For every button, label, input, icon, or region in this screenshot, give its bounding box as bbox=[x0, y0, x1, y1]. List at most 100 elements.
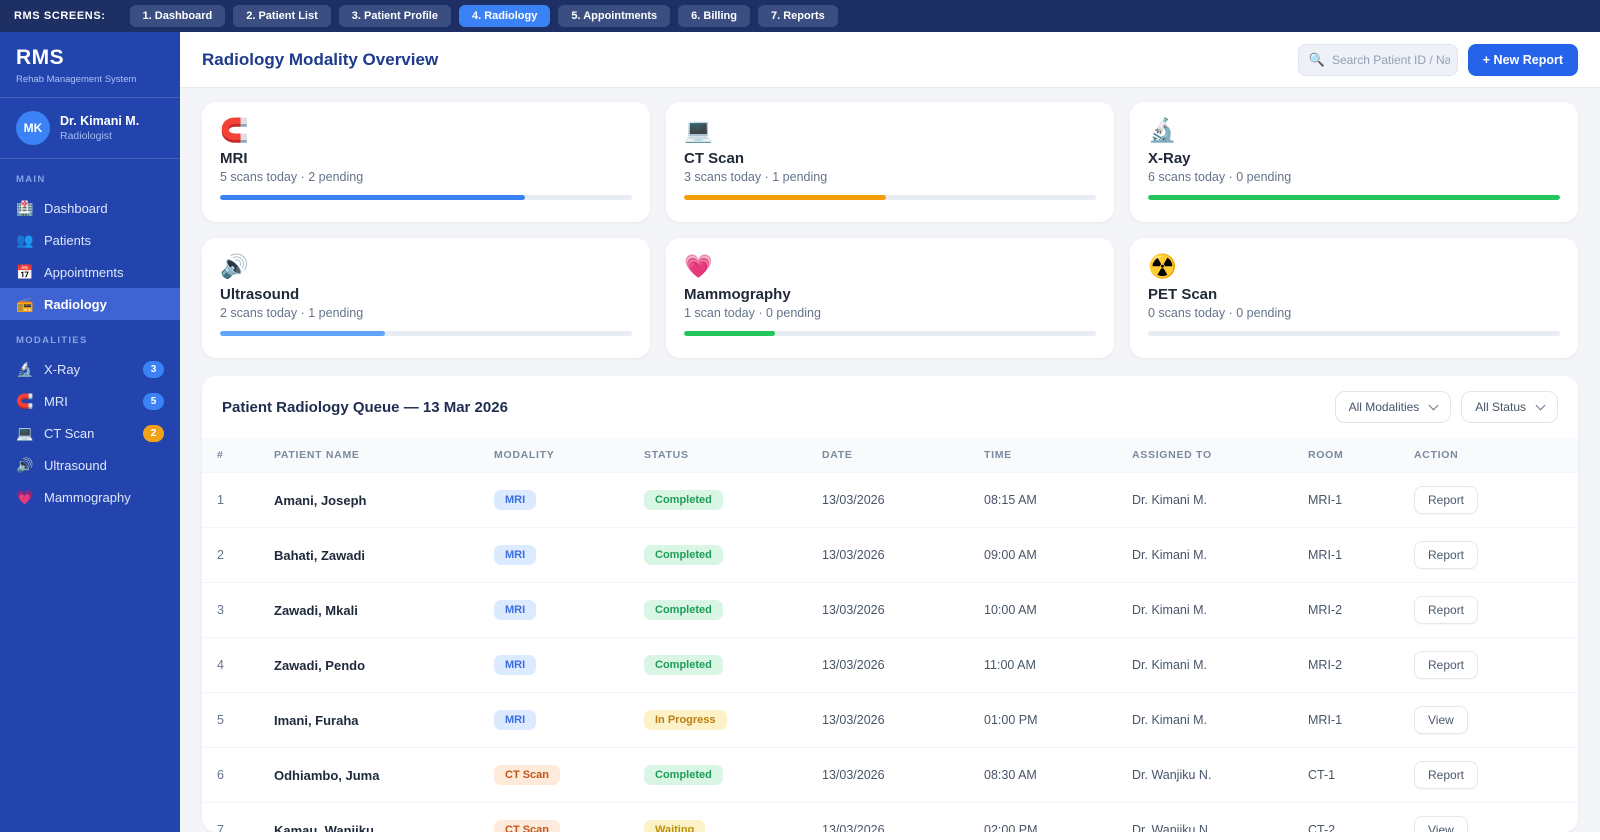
status-cell: Completed bbox=[632, 582, 810, 638]
app-logo: RMS bbox=[16, 46, 65, 69]
sidebar-item-label: Ultrasound bbox=[44, 457, 107, 473]
modality-filter[interactable]: All Modalities bbox=[1334, 391, 1452, 423]
chevron-down-icon bbox=[1535, 400, 1546, 410]
modality-card-title: MRI bbox=[220, 150, 248, 168]
sidebar-item-patients[interactable]: 👥 Patients bbox=[0, 224, 180, 256]
screens-tab-7-reports[interactable]: 7. Reports bbox=[757, 5, 838, 27]
row-number: 2 bbox=[202, 527, 262, 583]
table-row: 2 Bahati, Zawadi MRI Completed 13/03/2026 09:… bbox=[202, 527, 1578, 583]
room-cell: MRI-1 bbox=[1296, 692, 1402, 748]
screens-tab-5-appointments[interactable]: 5. Appointments bbox=[558, 5, 671, 27]
sidebar-item-radiology[interactable]: 📻 Radiology bbox=[0, 288, 180, 320]
time-cell: 02:00 PM bbox=[972, 802, 1120, 832]
sidebar-item-label: Dashboard bbox=[44, 200, 108, 216]
modality-card-pet-scan: ☢️ PET Scan 0 scans today · 0 pending bbox=[1130, 238, 1578, 358]
queue-table-body: 1 Amani, Joseph MRI Completed 13/03/2026 08:1… bbox=[202, 472, 1578, 832]
microscope-icon: 🔬 bbox=[16, 361, 34, 377]
new-report-button[interactable]: + New Report bbox=[1467, 43, 1578, 76]
sidebar-item-dashboard[interactable]: 🏥 Dashboard bbox=[0, 192, 180, 224]
modality-cell: MRI bbox=[482, 472, 632, 528]
modality-pill: MRI bbox=[494, 490, 537, 510]
progress-fill bbox=[220, 195, 525, 201]
date-cell: 13/03/2026 bbox=[810, 747, 972, 803]
sidebar-item-label: Appointments bbox=[44, 264, 124, 280]
modality-pill: CT Scan bbox=[494, 820, 561, 832]
modality-card-title: PET Scan bbox=[1148, 286, 1218, 304]
table-row: 5 Imani, Furaha MRI In Progress 13/03/2026 01… bbox=[202, 692, 1578, 748]
screens-tab-1-dashboard[interactable]: 1. Dashboard bbox=[129, 5, 226, 27]
screens-tab-6-billing[interactable]: 6. Billing bbox=[678, 5, 750, 27]
sidebar-item-ultrasound[interactable]: 🔊 Ultrasound bbox=[0, 449, 180, 481]
sidebar-item-ct-scan[interactable]: 💻 CT Scan 2 bbox=[0, 417, 180, 449]
progress-bar bbox=[220, 195, 632, 201]
report-button[interactable]: Report bbox=[1414, 651, 1479, 679]
assigned-to-cell: Dr. Wanjiku N. bbox=[1120, 747, 1296, 803]
col-header-room: ROOM bbox=[1296, 438, 1402, 473]
action-cell: Report bbox=[1402, 527, 1578, 583]
time-cell: 09:00 AM bbox=[972, 527, 1120, 583]
sidebar-item-label: Patients bbox=[44, 232, 91, 248]
radiology-icon: 📻 bbox=[16, 296, 34, 312]
action-cell: Report bbox=[1402, 747, 1578, 803]
modality-cell: CT Scan bbox=[482, 747, 632, 803]
room-cell: MRI-1 bbox=[1296, 527, 1402, 583]
main-content: Radiology Modality Overview 🔍 + New Repo… bbox=[180, 32, 1600, 832]
view-button[interactable]: View bbox=[1414, 816, 1468, 832]
col-header-status: STATUS bbox=[632, 438, 810, 473]
sidebar-item-label: Mammography bbox=[44, 489, 131, 505]
sidebar-item-appointments[interactable]: 📅 Appointments bbox=[0, 256, 180, 288]
avatar: MK bbox=[16, 111, 50, 145]
magnet-icon: 🧲 bbox=[220, 117, 249, 143]
date-cell: 13/03/2026 bbox=[810, 802, 972, 832]
modality-pill: MRI bbox=[494, 545, 537, 565]
modality-card-stats: 6 scans today · 0 pending bbox=[1148, 170, 1292, 185]
page-header: Radiology Modality Overview 🔍 + New Repo… bbox=[180, 32, 1600, 88]
table-row: 6 Odhiambo, Juma CT Scan Completed 13/03/202… bbox=[202, 747, 1578, 803]
heart-icon: 💗 bbox=[16, 489, 34, 505]
row-number: 6 bbox=[202, 747, 262, 803]
screens-tab-3-patient-profile[interactable]: 3. Patient Profile bbox=[338, 5, 451, 27]
report-button[interactable]: Report bbox=[1414, 486, 1479, 514]
progress-bar bbox=[1148, 195, 1560, 201]
action-cell: Report bbox=[1402, 637, 1578, 693]
queue-title: Patient Radiology Queue — 13 Mar 2026 bbox=[222, 398, 508, 416]
report-button[interactable]: Report bbox=[1414, 541, 1479, 569]
date-cell: 13/03/2026 bbox=[810, 582, 972, 638]
row-number: 3 bbox=[202, 582, 262, 638]
search-input[interactable] bbox=[1331, 52, 1450, 67]
screens-tab-2-patient-list[interactable]: 2. Patient List bbox=[233, 5, 331, 27]
modality-cell: MRI bbox=[482, 527, 632, 583]
chevron-down-icon bbox=[1428, 400, 1439, 410]
report-button[interactable]: Report bbox=[1414, 596, 1479, 624]
calendar-icon: 📅 bbox=[16, 264, 34, 280]
screens-tabs: 1. Dashboard 2. Patient List 3. Patient Pr… bbox=[129, 5, 838, 27]
search-icon: 🔍 bbox=[1308, 51, 1325, 67]
room-cell: MRI-2 bbox=[1296, 637, 1402, 693]
patient-name: Imani, Furaha bbox=[262, 692, 482, 748]
screens-tab-4-radiology[interactable]: 4. Radiology bbox=[458, 5, 551, 27]
time-cell: 10:00 AM bbox=[972, 582, 1120, 638]
row-number: 4 bbox=[202, 637, 262, 693]
row-number: 5 bbox=[202, 692, 262, 748]
view-button[interactable]: View bbox=[1414, 706, 1468, 734]
modality-cards-grid: 🧲 MRI 5 scans today · 2 pending 💻 CT Scan 3 s… bbox=[180, 88, 1600, 358]
sidebar-nav: MAIN 🏥 Dashboard 👥 Patients 📅 Appointments 📻 Rad… bbox=[0, 159, 180, 513]
row-number: 1 bbox=[202, 472, 262, 528]
sidebar-item-label: X-Ray bbox=[44, 361, 81, 377]
modality-cell: MRI bbox=[482, 582, 632, 638]
room-cell: MRI-1 bbox=[1296, 472, 1402, 528]
status-filter[interactable]: All Status bbox=[1461, 391, 1558, 423]
modality-card-title: X-Ray bbox=[1148, 150, 1191, 168]
queue-table-head: # PATIENT NAME MODALITY STATUS DATE TIME ASSIG… bbox=[202, 438, 1578, 473]
sidebar-item-x-ray[interactable]: 🔬 X-Ray 3 bbox=[0, 353, 180, 385]
assigned-to-cell: Dr. Kimani M. bbox=[1120, 582, 1296, 638]
assigned-to-cell: Dr. Kimani M. bbox=[1120, 692, 1296, 748]
modality-cell: CT Scan bbox=[482, 802, 632, 832]
progress-fill bbox=[684, 331, 775, 337]
filter-label: All Status bbox=[1475, 400, 1526, 414]
speaker-icon: 🔊 bbox=[220, 253, 249, 279]
sidebar-item-mammography[interactable]: 💗 Mammography bbox=[0, 481, 180, 513]
report-button[interactable]: Report bbox=[1414, 761, 1479, 789]
sidebar-item-mri[interactable]: 🧲 MRI 5 bbox=[0, 385, 180, 417]
search-box[interactable]: 🔍 bbox=[1297, 43, 1458, 76]
